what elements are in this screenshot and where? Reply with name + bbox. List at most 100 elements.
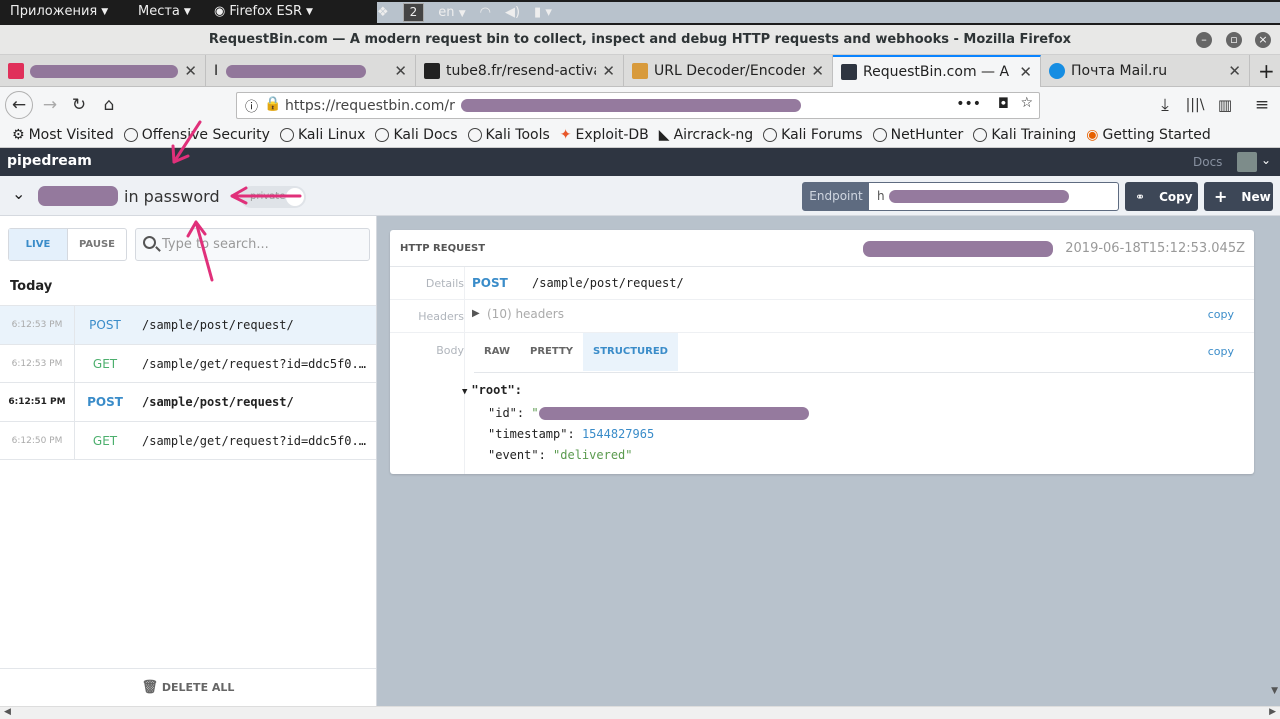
language-menu[interactable]: en ▼ [438,5,465,20]
close-tab-icon[interactable]: ✕ [1228,62,1241,80]
close-tab-icon[interactable]: ✕ [811,62,824,80]
tab-tube8[interactable]: tube8.fr/resend-activatic ✕ [416,55,624,87]
expand-triangle-icon[interactable]: ▶ [472,308,480,319]
close-tab-icon[interactable]: ✕ [602,62,615,80]
pipedream-logo[interactable]: pipedream [7,153,92,169]
headers-row[interactable]: Headers ▶ (10) headers copy [390,300,1254,333]
scroll-right-icon[interactable]: ▶ [1269,707,1276,717]
home-button[interactable]: ⌂ [97,93,121,117]
event-row[interactable]: 6:12:51 PM POST /sample/post/request/ [0,383,376,422]
scroll-left-icon[interactable]: ◀ [4,707,11,717]
tab-mail-ru[interactable]: Почта Mail.ru ✕ [1041,55,1250,87]
forward-button[interactable]: → [38,93,62,117]
sidebar-toggle-icon[interactable]: ▥ [1213,93,1237,117]
bookmark-offensive-security[interactable]: Offensive Security [123,127,270,143]
dropbox-icon[interactable]: ❖ [377,5,389,20]
app-header: pipedream Docs ⌄ [0,148,1280,176]
globe-icon [467,128,482,142]
event-row[interactable]: 6:12:50 PM GET /sample/get/request?id=dd… [0,421,376,460]
close-tab-icon[interactable]: ✕ [184,62,197,80]
bookmark-kali-training[interactable]: Kali Training [973,127,1076,143]
collapse-chevron-icon[interactable]: ⌄ [12,184,25,203]
search-placeholder: Type to search... [162,237,269,252]
copy-body-link[interactable]: copy [1208,345,1234,358]
close-tab-icon[interactable]: ✕ [394,62,407,80]
minimize-button[interactable]: – [1196,32,1212,48]
new-tab-button[interactable]: + [1250,55,1280,87]
link-icon: ⚭ [1135,189,1146,204]
avatar[interactable] [1237,152,1257,172]
tab-requestbin[interactable]: RequestBin.com — A mo ✕ [833,55,1041,87]
reload-button[interactable]: ↻ [67,93,91,117]
tab-2[interactable]: I ✕ [206,55,416,87]
headers-label: Headers [418,310,464,323]
url-text: https://requestbin.com/r [285,97,455,114]
bookmark-exploit-db[interactable]: ✦ Exploit-DB [560,127,649,143]
tab-label: URL Decoder/Encoder [654,63,806,79]
event-time: 6:12:50 PM [0,421,75,459]
copy-headers-link[interactable]: copy [1208,308,1234,321]
redaction-scribble [888,190,1069,203]
pause-button[interactable]: PAUSE [68,229,126,260]
toggle-knob [286,188,304,206]
private-toggle[interactable]: private [240,186,306,208]
bookmark-kali-linux[interactable]: Kali Linux [279,127,366,143]
docs-link[interactable]: Docs [1193,155,1222,169]
delete-all-button[interactable]: 🗑 DELETE ALL [0,668,376,706]
workspace-indicator[interactable]: 2 [402,3,425,22]
maximize-button[interactable]: ▫ [1226,32,1242,48]
event-row[interactable]: 6:12:53 PM GET /sample/get/request?id=dd… [0,344,376,383]
collapse-triangle-icon[interactable]: ▼ [462,387,467,397]
bookmark-kali-forums[interactable]: Kali Forums [763,127,863,143]
volume-icon[interactable]: ◀) [505,5,520,20]
endpoint-label: Endpoint [803,183,869,210]
close-tab-icon[interactable]: ✕ [1019,63,1032,81]
endpoint-field[interactable]: Endpoint h [802,182,1119,211]
new-button[interactable]: + New [1204,182,1273,211]
page-actions-icon[interactable]: ••• [956,96,981,112]
chevron-down-icon[interactable]: ⌄ [1261,153,1271,167]
horizontal-scrollbar[interactable]: ◀ ▶ [0,706,1280,719]
wifi-icon[interactable]: ◠ [480,5,491,20]
bookmark-label: Kali Linux [297,127,366,143]
bookmark-label: Kali Docs [393,127,458,143]
back-button[interactable]: ← [5,91,33,119]
close-window-button[interactable]: × [1255,32,1271,48]
tab-pretty[interactable]: PRETTY [520,333,583,371]
bookmark-kali-tools[interactable]: Kali Tools [467,127,550,143]
aircrack-icon: ◣ [658,127,670,143]
menu-icon[interactable]: ≡ [1250,93,1274,117]
scroll-down-icon[interactable]: ▼ [1271,686,1278,696]
tab-1[interactable]: ✕ [0,55,206,87]
copy-endpoint-button[interactable]: ⚭ Copy [1125,182,1198,211]
tab-label: RequestBin.com — A mo [863,64,1013,80]
tab-url-decoder[interactable]: URL Decoder/Encoder ✕ [624,55,833,87]
event-row[interactable]: 6:12:53 PM POST /sample/post/request/ [0,306,376,345]
search-input[interactable]: Type to search... [135,228,370,261]
headers-summary[interactable]: (10) headers [487,307,564,321]
tab-structured[interactable]: STRUCTURED [583,333,678,371]
request-heading: HTTP REQUEST [400,243,486,254]
bookmark-getting-started[interactable]: ◉ Getting Started [1086,127,1210,143]
downloads-icon[interactable]: ⤓ [1153,93,1177,117]
bookmark-label: Most Visited [28,127,114,143]
library-icon[interactable]: |||\ [1183,93,1207,117]
event-path: /sample/post/request/ [142,318,294,332]
request-timestamp: 2019-06-18T15:12:53.045Z [1065,241,1245,256]
endpoint-value[interactable]: h [869,183,1118,210]
bookmark-aircrack-ng[interactable]: ◣ Aircrack-ng [659,127,753,143]
bookmark-star-icon[interactable]: ☆ [1020,95,1033,111]
tab-raw[interactable]: RAW [474,333,520,371]
bookmark-kali-docs[interactable]: Kali Docs [375,127,458,143]
bookmark-nethunter[interactable]: NetHunter [872,127,963,143]
battery-icon[interactable]: ▮ ▾ [534,5,552,20]
bookmark-most-visited[interactable]: ⚙ Most Visited [12,127,114,143]
info-icon[interactable]: ⓘ [245,96,258,115]
firefox-icon: ◉ [1086,127,1099,143]
source-name[interactable]: in password [38,186,220,206]
pocket-icon[interactable]: ◘ [998,96,1009,112]
address-bar[interactable]: ⓘ 🔒 https://requestbin.com/r ••• ◘ ☆ [236,92,1040,119]
redaction-scribble [538,407,809,420]
live-button[interactable]: LIVE [9,229,68,260]
delete-all-label: DELETE ALL [161,681,235,694]
